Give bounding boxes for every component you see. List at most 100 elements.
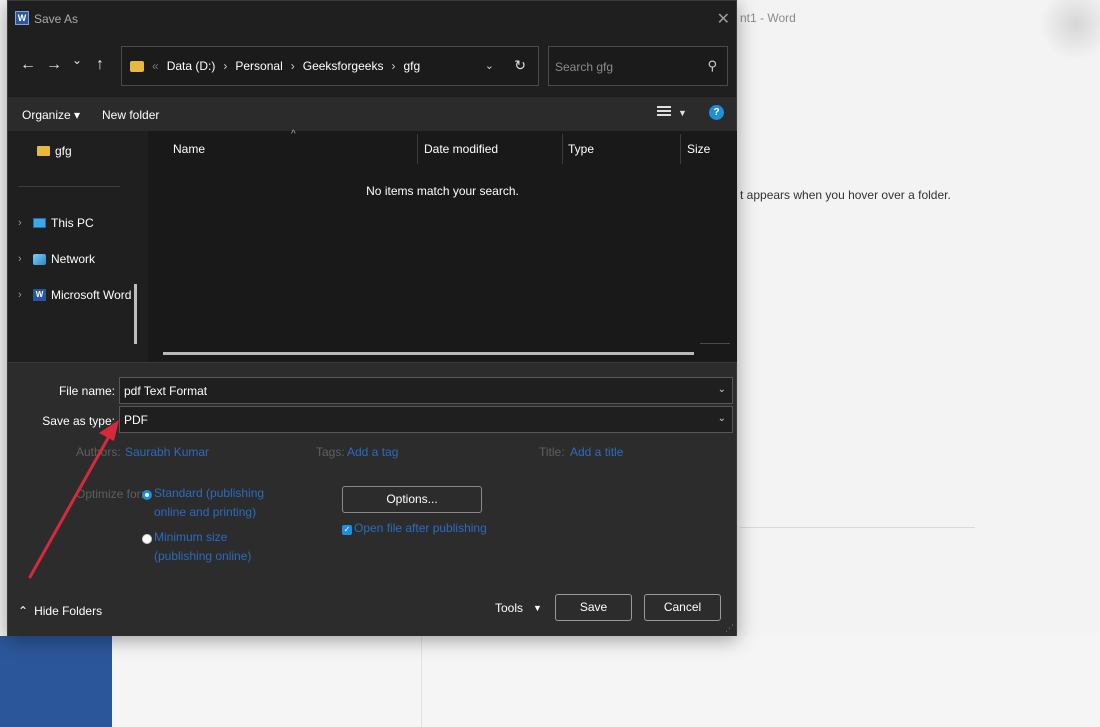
save-as-dialog: W Save As ✕ ← → ⌄ ↑ « Data (D:) › Person… bbox=[7, 0, 737, 636]
file-name-field[interactable]: pdf Text Format ⌄ bbox=[119, 377, 733, 404]
word-backstage-panel bbox=[0, 636, 112, 727]
recent-locations-icon[interactable]: ⌄ bbox=[72, 53, 82, 67]
word-account-avatar bbox=[1040, 0, 1100, 60]
column-divider[interactable] bbox=[562, 134, 563, 164]
nav-separator bbox=[18, 186, 120, 187]
search-icon[interactable]: ⚲ bbox=[707, 58, 717, 74]
file-list: ^ Name Date modified Type Size No items … bbox=[148, 129, 737, 362]
radio-standard[interactable] bbox=[142, 490, 152, 500]
dialog-title: Save As bbox=[34, 12, 79, 26]
radio-standard-line2: online and printing) bbox=[154, 505, 257, 519]
chevron-down-icon[interactable]: ⌄ bbox=[718, 384, 726, 395]
file-name-value[interactable]: pdf Text Format bbox=[124, 384, 207, 398]
nav-item-label: Microsoft Word bbox=[51, 288, 132, 302]
resize-grip-icon[interactable]: ⋰ bbox=[725, 623, 734, 634]
radio-minimum-size-label[interactable]: Minimum size (publishing online) bbox=[154, 528, 274, 566]
radio-minimum-size[interactable] bbox=[142, 534, 152, 544]
save-as-type-label: Save as type: bbox=[42, 414, 115, 428]
radio-standard-line1: Standard (publishing bbox=[154, 486, 265, 500]
breadcrumb-geeksforgeeks[interactable]: Geeksforgeeks bbox=[303, 59, 384, 73]
authors-label: Authors: bbox=[76, 445, 121, 459]
chevron-down-icon[interactable]: ⌄ bbox=[718, 413, 726, 424]
word-page-area bbox=[112, 636, 1100, 727]
word-title: nt1 - Word bbox=[740, 11, 796, 25]
open-after-publishing-label[interactable]: Open file after publishing bbox=[354, 521, 487, 535]
nav-item-gfg[interactable]: gfg bbox=[37, 144, 72, 158]
sort-ascending-icon: ^ bbox=[291, 129, 296, 140]
authors-value[interactable]: Saurabh Kumar bbox=[125, 445, 209, 459]
horizontal-scrollbar[interactable] bbox=[163, 352, 694, 355]
refresh-icon[interactable]: ↻ bbox=[514, 57, 526, 74]
column-divider[interactable] bbox=[417, 134, 418, 164]
forward-arrow-icon[interactable]: → bbox=[46, 56, 62, 74]
breadcrumb-separator-icon[interactable]: › bbox=[291, 59, 295, 73]
tags-input[interactable]: Add a tag bbox=[347, 445, 398, 459]
optimize-for-label: Optimize for: bbox=[76, 487, 145, 501]
open-after-publishing-checkbox[interactable]: ✓ bbox=[342, 525, 352, 535]
save-as-type-value[interactable]: PDF bbox=[124, 413, 148, 427]
view-dropdown-icon[interactable]: ▼ bbox=[678, 108, 687, 118]
organize-menu[interactable]: Organize ▾ bbox=[22, 108, 80, 122]
scrollbar-track-end bbox=[700, 343, 730, 344]
close-icon[interactable]: ✕ bbox=[717, 9, 730, 29]
address-dropdown-icon[interactable]: ⌄ bbox=[485, 59, 494, 72]
expand-chevron-icon[interactable]: › bbox=[18, 217, 28, 229]
radio-minimum-line2: (publishing online) bbox=[154, 549, 252, 563]
computer-icon bbox=[33, 218, 46, 228]
nav-item-label: Network bbox=[51, 252, 96, 266]
expand-chevron-icon[interactable]: › bbox=[18, 253, 28, 265]
breadcrumb-personal[interactable]: Personal bbox=[235, 59, 282, 73]
cancel-button[interactable]: Cancel bbox=[644, 594, 721, 621]
address-bar[interactable]: « Data (D:) › Personal › Geeksforgeeks ›… bbox=[121, 46, 539, 86]
breadcrumb-gfg[interactable]: gfg bbox=[403, 59, 420, 73]
nav-item-network[interactable]: › Network bbox=[18, 252, 95, 266]
dialog-titlebar: W Save As ✕ bbox=[8, 1, 736, 37]
expand-chevron-icon[interactable]: › bbox=[18, 289, 28, 301]
column-header-type[interactable]: Type bbox=[568, 142, 594, 156]
title-label: Title: bbox=[539, 445, 565, 459]
nav-pane-scrollbar[interactable] bbox=[134, 284, 137, 344]
save-as-type-select[interactable]: PDF ⌄ bbox=[119, 406, 733, 433]
help-icon[interactable]: ? bbox=[709, 105, 724, 120]
command-bar: Organize ▾ New folder ▼ ? bbox=[8, 97, 736, 131]
breadcrumb-separator-icon[interactable]: › bbox=[223, 59, 227, 73]
title-input[interactable]: Add a title bbox=[570, 445, 623, 459]
nav-item-label: This PC bbox=[51, 216, 94, 230]
search-input[interactable] bbox=[555, 58, 695, 76]
tools-menu[interactable]: Tools bbox=[495, 601, 523, 615]
empty-folder-message: No items match your search. bbox=[366, 184, 519, 198]
word-document-text: t appears when you hover over a folder. bbox=[740, 188, 951, 202]
nav-item-label: gfg bbox=[55, 144, 72, 158]
column-divider[interactable] bbox=[680, 134, 681, 164]
new-folder-button[interactable]: New folder bbox=[102, 108, 159, 122]
breadcrumb-overflow-icon[interactable]: « bbox=[152, 59, 159, 73]
word-app-icon: W bbox=[15, 11, 29, 25]
search-box[interactable]: ⚲ bbox=[548, 46, 728, 86]
folder-icon bbox=[130, 60, 144, 72]
breadcrumb-separator-icon[interactable]: › bbox=[391, 59, 395, 73]
word-icon: W bbox=[33, 289, 46, 301]
radio-minimum-line1: Minimum size bbox=[154, 530, 228, 544]
back-arrow-icon[interactable]: ← bbox=[20, 56, 36, 74]
column-header-date-modified[interactable]: Date modified bbox=[424, 142, 498, 156]
column-header-size[interactable]: Size bbox=[687, 142, 710, 156]
navigation-pane: gfg › This PC › Network › W Microsoft Wo… bbox=[8, 131, 143, 362]
nav-item-this-pc[interactable]: › This PC bbox=[18, 216, 94, 230]
file-name-label: File name: bbox=[58, 384, 115, 398]
tags-label: Tags: bbox=[316, 445, 345, 459]
hide-folders-toggle[interactable]: ⌃ Hide Folders bbox=[18, 604, 102, 618]
view-details-icon[interactable] bbox=[657, 106, 671, 120]
options-button[interactable]: Options... bbox=[342, 486, 482, 513]
column-header-name[interactable]: Name bbox=[173, 142, 205, 156]
tools-dropdown-icon[interactable]: ▼ bbox=[533, 603, 542, 613]
save-options-panel: File name: pdf Text Format ⌄ Save as typ… bbox=[8, 362, 736, 636]
up-arrow-icon[interactable]: ↑ bbox=[96, 56, 104, 74]
word-document-rule bbox=[740, 527, 975, 528]
radio-standard-label[interactable]: Standard (publishing online and printing… bbox=[154, 484, 274, 522]
breadcrumb-data-drive[interactable]: Data (D:) bbox=[167, 59, 216, 73]
nav-item-microsoft-word[interactable]: › W Microsoft Word bbox=[18, 288, 131, 302]
save-button[interactable]: Save bbox=[555, 594, 632, 621]
word-page-divider bbox=[421, 636, 422, 727]
hide-folders-label: Hide Folders bbox=[34, 604, 103, 618]
folder-icon bbox=[37, 146, 50, 156]
